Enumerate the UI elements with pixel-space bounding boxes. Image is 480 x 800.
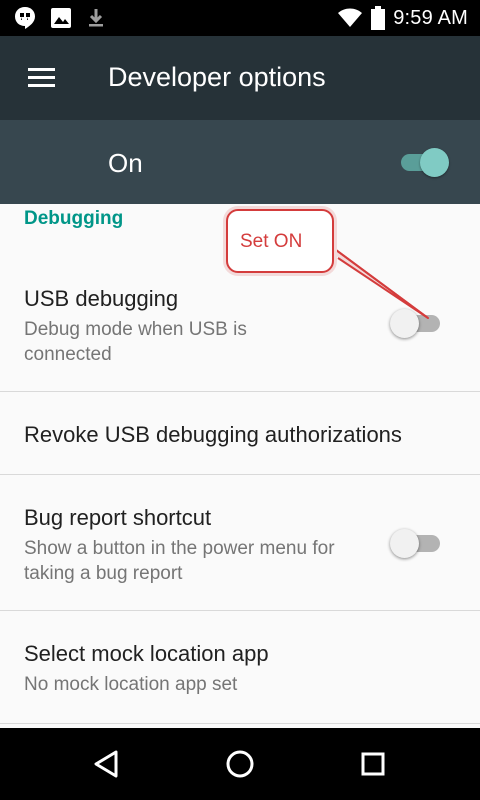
clock: 9:59 AM: [393, 6, 468, 29]
setting-title: Bug report shortcut: [24, 505, 212, 530]
wifi-icon: [338, 8, 363, 27]
back-icon[interactable]: [82, 744, 130, 784]
setting-bug-report-shortcut[interactable]: Bug report shortcut Show a button in the…: [0, 475, 480, 609]
setting-subtitle: No mock location app set: [24, 674, 238, 695]
setting-subtitle: Debug mode when USB is connected: [24, 319, 247, 365]
setting-mock-location-app[interactable]: Select mock location app No mock locatio…: [0, 611, 480, 723]
setting-title: USB debugging: [24, 286, 179, 311]
battery-icon: [371, 6, 386, 30]
hangouts-icon: [15, 7, 35, 29]
master-toggle-label: On: [108, 148, 143, 178]
navigation-bar: [0, 728, 480, 800]
recents-icon[interactable]: [349, 744, 397, 784]
annotation-callout: Set ON: [226, 209, 334, 273]
divider: [0, 723, 480, 724]
home-icon[interactable]: [216, 744, 264, 784]
section-header-debugging: Debugging: [24, 208, 124, 229]
image-icon: [51, 8, 71, 28]
bug-report-shortcut-switch[interactable]: [390, 527, 446, 559]
app-toolbar: Developer options: [0, 36, 480, 120]
master-toggle-bar[interactable]: On: [0, 120, 480, 204]
page-title: Developer options: [108, 62, 326, 92]
setting-subtitle: Show a button in the power menu for taki…: [24, 538, 335, 584]
annotation-text: Set ON: [240, 231, 303, 252]
setting-title: Select mock location app: [24, 641, 269, 666]
menu-icon[interactable]: [20, 62, 60, 94]
master-toggle-switch[interactable]: [398, 146, 454, 178]
status-bar: 9:59 AM: [0, 0, 480, 36]
usb-debugging-switch[interactable]: [390, 307, 446, 339]
download-icon: [89, 9, 103, 27]
setting-title: Revoke USB debugging authorizations: [24, 422, 402, 447]
setting-usb-debugging[interactable]: USB debugging Debug mode when USB is con…: [0, 270, 480, 391]
setting-revoke-usb-authorizations[interactable]: Revoke USB debugging authorizations: [0, 392, 480, 474]
